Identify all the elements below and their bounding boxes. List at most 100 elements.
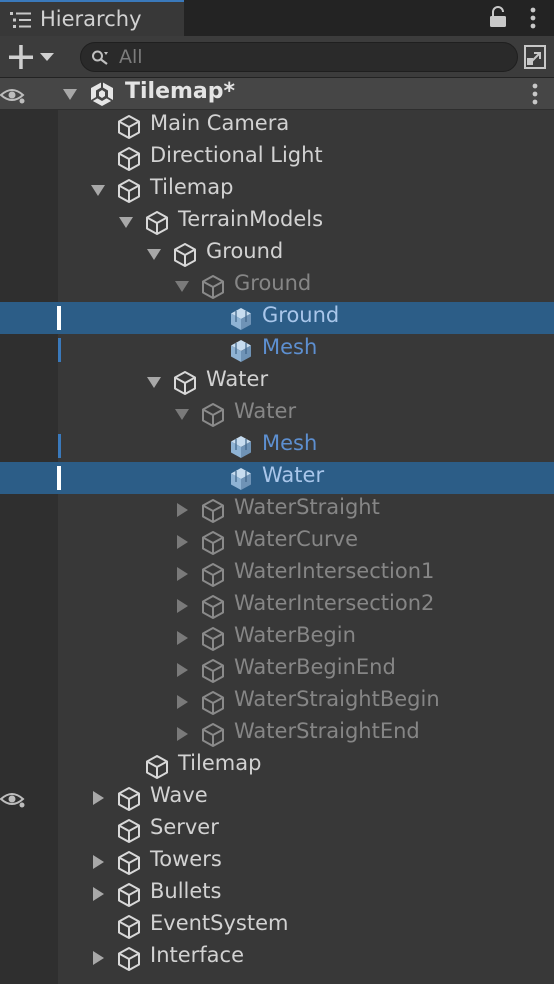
hierarchy-row[interactable]: EventSystem xyxy=(0,910,554,942)
row-label: TerrainModels xyxy=(178,207,324,231)
hierarchy-row[interactable]: WaterStraight xyxy=(0,494,554,526)
hierarchy-row[interactable]: Interface xyxy=(0,942,554,974)
row-label: Ground xyxy=(262,303,340,327)
row-label: Tilemap xyxy=(150,175,234,199)
row-label: EventSystem xyxy=(150,911,289,935)
row-label: Towers xyxy=(150,847,222,871)
collapsed-arrow-icon[interactable] xyxy=(174,663,190,677)
scene-view-popout-icon[interactable] xyxy=(522,43,548,71)
panel-title: Hierarchy xyxy=(40,7,142,31)
hierarchy-row[interactable]: Bullets xyxy=(0,878,554,910)
row-label: Tilemap xyxy=(178,751,262,775)
collapsed-arrow-icon[interactable] xyxy=(174,535,190,549)
hierarchy-row[interactable]: Tilemap xyxy=(0,174,554,206)
hierarchy-row[interactable]: Ground xyxy=(0,270,554,302)
hierarchy-row[interactable]: Towers xyxy=(0,846,554,878)
hierarchy-toolbar xyxy=(0,36,554,78)
row-label: Main Camera xyxy=(150,111,290,135)
tab-bar: Hierarchy xyxy=(0,0,554,36)
gameobject-cube-icon xyxy=(202,531,224,555)
hierarchy-row[interactable]: Mesh xyxy=(0,334,554,366)
row-label: Water xyxy=(262,463,325,487)
expanded-arrow-icon[interactable] xyxy=(146,247,162,261)
search-icon xyxy=(92,50,108,65)
row-label: Ground xyxy=(234,271,312,295)
gameobject-cube-icon xyxy=(202,691,224,715)
visibility-eye-icon[interactable] xyxy=(0,86,26,104)
expanded-arrow-icon[interactable] xyxy=(174,407,190,421)
hierarchy-row[interactable]: Wave xyxy=(0,782,554,814)
hierarchy-row[interactable]: TerrainModels xyxy=(0,206,554,238)
collapsed-arrow-icon[interactable] xyxy=(174,727,190,741)
gameobject-cube-icon xyxy=(118,179,140,203)
hierarchy-row[interactable]: WaterBeginEnd xyxy=(0,654,554,686)
collapsed-arrow-icon[interactable] xyxy=(90,951,106,965)
search-input[interactable] xyxy=(119,45,499,69)
hierarchy-row[interactable]: WaterIntersection1 xyxy=(0,558,554,590)
expanded-arrow-icon[interactable] xyxy=(146,375,162,389)
expanded-arrow-icon[interactable] xyxy=(90,183,106,197)
scene-header[interactable]: Tilemap* xyxy=(0,78,554,110)
prefab-icon xyxy=(231,436,251,458)
gameobject-cube-icon xyxy=(174,371,196,395)
hierarchy-row[interactable]: Water xyxy=(0,462,554,494)
panel-menu-icon[interactable] xyxy=(528,6,538,30)
selection-indicator xyxy=(57,466,61,490)
gameobject-cube-icon xyxy=(202,403,224,427)
collapsed-arrow-icon[interactable] xyxy=(174,695,190,709)
hierarchy-row[interactable]: WaterIntersection2 xyxy=(0,590,554,622)
hierarchy-row[interactable]: Mesh xyxy=(0,430,554,462)
collapsed-arrow-icon[interactable] xyxy=(174,599,190,613)
hierarchy-row[interactable]: WaterCurve xyxy=(0,526,554,558)
add-object-button[interactable] xyxy=(6,42,60,72)
collapsed-arrow-icon[interactable] xyxy=(174,503,190,517)
collapsed-arrow-icon[interactable] xyxy=(90,887,106,901)
hierarchy-row[interactable]: Directional Light xyxy=(0,142,554,174)
hierarchy-row[interactable]: Water xyxy=(0,398,554,430)
lock-icon[interactable] xyxy=(488,6,508,28)
hierarchy-row[interactable]: Ground xyxy=(0,302,554,334)
prefab-override-indicator xyxy=(58,434,61,458)
row-label: Water xyxy=(206,367,269,391)
collapsed-arrow-icon[interactable] xyxy=(174,567,190,581)
gameobject-cube-icon xyxy=(202,659,224,683)
hierarchy-row[interactable]: Water xyxy=(0,366,554,398)
gameobject-cube-icon xyxy=(146,755,168,779)
gameobject-cube-icon xyxy=(118,883,140,907)
prefab-override-indicator xyxy=(58,338,61,362)
expanded-arrow-icon[interactable] xyxy=(118,215,134,229)
collapsed-arrow-icon[interactable] xyxy=(174,631,190,645)
gameobject-cube-icon xyxy=(118,787,140,811)
collapse-arrow-icon[interactable] xyxy=(62,87,78,101)
hierarchy-row[interactable]: Tilemap xyxy=(0,750,554,782)
row-label: WaterStraight xyxy=(234,495,380,519)
prefab-icon xyxy=(231,308,251,330)
unity-scene-icon xyxy=(91,82,113,106)
hierarchy-row[interactable]: WaterStraightBegin xyxy=(0,686,554,718)
search-field[interactable] xyxy=(80,42,518,72)
row-label: Wave xyxy=(150,783,208,807)
hierarchy-tab[interactable]: Hierarchy xyxy=(0,0,184,36)
row-label: Bullets xyxy=(150,879,222,903)
collapsed-arrow-icon[interactable] xyxy=(90,855,106,869)
hierarchy-row[interactable]: WaterBegin xyxy=(0,622,554,654)
hierarchy-row[interactable]: Main Camera xyxy=(0,110,554,142)
gameobject-cube-icon xyxy=(118,147,140,171)
row-label: WaterIntersection1 xyxy=(234,559,435,583)
prefab-icon xyxy=(231,468,251,490)
gameobject-cube-icon xyxy=(118,915,140,939)
gameobject-cube-icon xyxy=(202,595,224,619)
hierarchy-row[interactable]: Server xyxy=(0,814,554,846)
expanded-arrow-icon[interactable] xyxy=(174,279,190,293)
scene-menu-icon[interactable] xyxy=(530,82,540,106)
visibility-eye-icon[interactable] xyxy=(0,790,26,808)
collapsed-arrow-icon[interactable] xyxy=(90,791,106,805)
gameobject-cube-icon xyxy=(118,819,140,843)
gameobject-cube-icon xyxy=(118,115,140,139)
row-label: Interface xyxy=(150,943,245,967)
hierarchy-row[interactable]: Ground xyxy=(0,238,554,270)
row-label: Directional Light xyxy=(150,143,323,167)
hierarchy-row[interactable]: WaterStraightEnd xyxy=(0,718,554,750)
gameobject-cube-icon xyxy=(118,947,140,971)
row-label: Server xyxy=(150,815,219,839)
